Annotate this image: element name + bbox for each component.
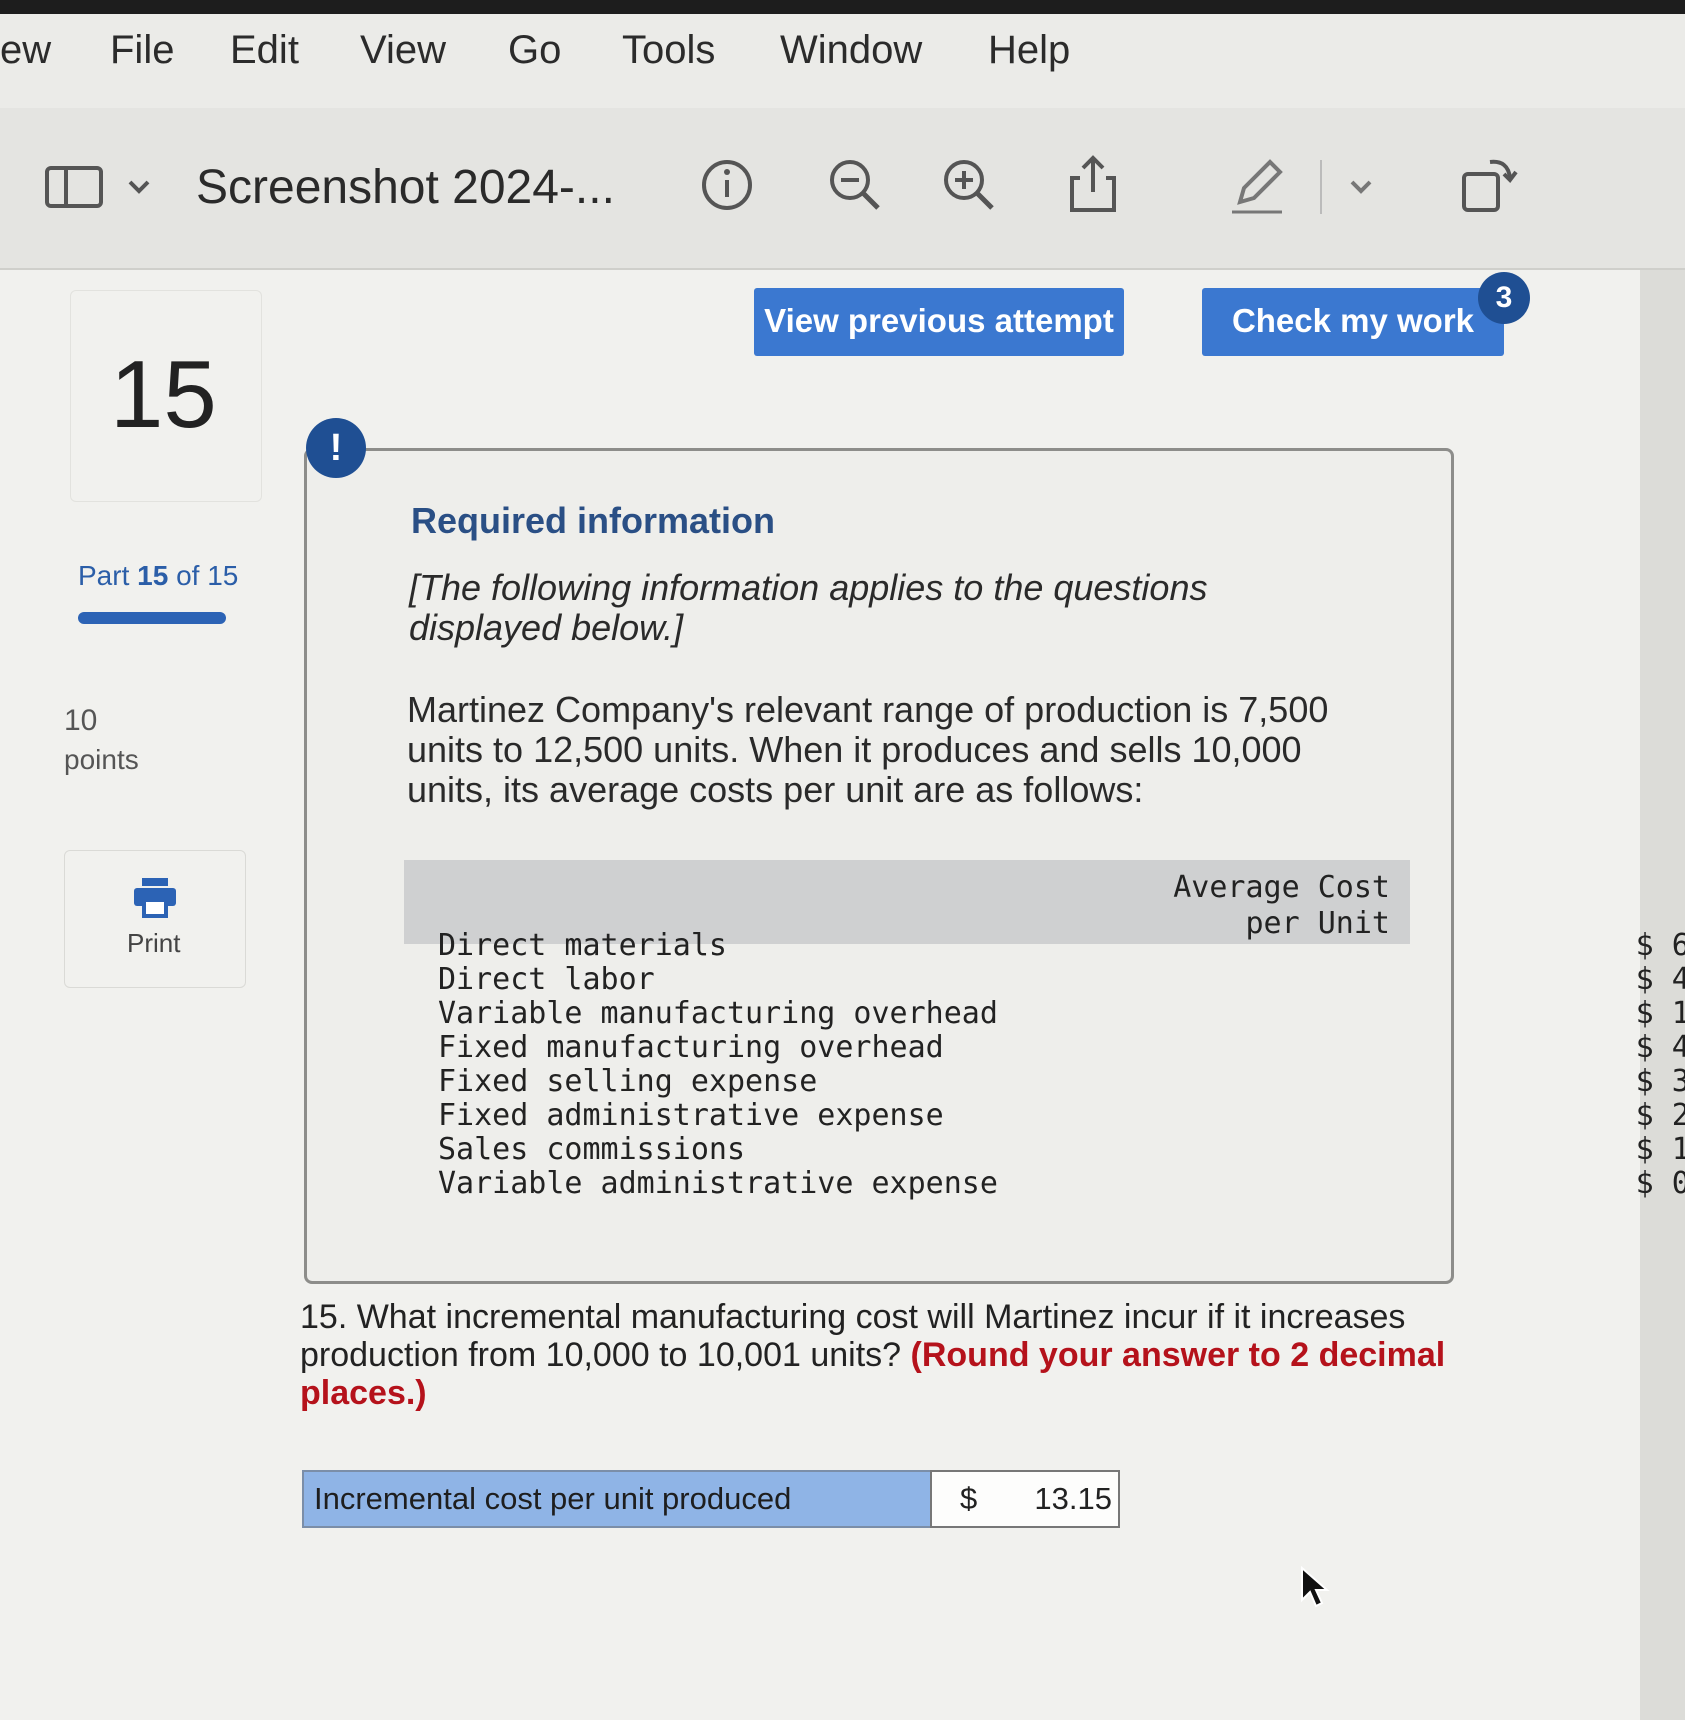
question-text: 15. What incremental manufacturing cost … [300,1298,1490,1412]
menu-view[interactable]: View [360,28,446,73]
view-previous-attempt-button[interactable]: View previous attempt [754,288,1124,356]
cost-value: $ 1.20 [1635,1132,1685,1167]
screen-bezel-edge [0,0,1685,14]
cost-label: Direct materials [438,928,727,963]
currency-symbol: $ [960,1481,978,1516]
required-information-title: Required information [411,500,776,541]
zoom-out-icon[interactable] [820,150,890,220]
cost-label: Fixed administrative expense [438,1098,944,1133]
check-attempts-badge: 3 [1478,272,1530,324]
part-progress-bar [78,612,226,624]
rotate-icon[interactable] [1452,150,1522,220]
menu-go[interactable]: Go [508,28,561,73]
menu-help[interactable]: Help [988,28,1070,73]
sidebar-icon[interactable] [44,150,106,220]
answer-value[interactable]: 13.15 [1034,1472,1112,1526]
alert-icon: ! [306,418,366,478]
printer-icon [134,878,176,918]
table-row: Variable manufacturing overhead $ 1.60 [404,996,1685,1031]
share-icon[interactable] [1058,150,1128,220]
part-prefix: Part [78,560,130,591]
menu-bar: ew File Edit View Go Tools Window Help [0,0,1685,110]
menu-view-app[interactable]: ew [0,28,51,73]
mouse-cursor-icon [1301,1566,1330,1608]
menu-edit[interactable]: Edit [230,28,299,73]
document-title: Screenshot 2024-... [196,161,615,214]
zoom-in-icon[interactable] [934,150,1004,220]
cost-value: $ 3.80 [1635,1064,1685,1099]
cost-value: $ 4.30 [1635,962,1685,997]
cost-value: $ 0.45 [1635,1166,1685,1201]
window-toolbar: Screenshot 2024-... [0,108,1685,270]
cost-label: Direct labor [438,962,655,997]
points-label: points [64,744,139,775]
cost-label: Fixed selling expense [438,1064,818,1099]
markup-pen-icon[interactable] [1222,150,1292,220]
table-row: Fixed manufacturing overhead $ 4.00 [404,1030,1685,1065]
cost-value: $ 4.00 [1635,1030,1685,1065]
cost-column-header-line1: Average Cost [1173,870,1390,905]
chevron-down-icon[interactable] [124,150,154,220]
check-my-work-button[interactable]: Check my work [1202,288,1504,356]
table-row: Variable administrative expense $ 0.45 [404,1166,1685,1201]
part-indicator[interactable]: Part 15 of 15 [78,560,238,592]
part-current: 15 [137,560,169,591]
problem-description: Martinez Company's relevant range of pro… [407,689,1329,810]
answer-input[interactable]: $ 13.15 [930,1470,1120,1528]
cost-label: Variable administrative expense [438,1166,998,1201]
cost-label: Fixed manufacturing overhead [438,1030,944,1065]
table-row: Fixed administrative expense $ 2.20 [404,1098,1685,1133]
points-value: 10 [64,704,98,737]
table-row: Direct labor $ 4.30 [404,962,1685,997]
cost-label: Sales commissions [438,1132,746,1167]
toolbar-divider [1320,160,1322,214]
table-row: Direct materials $ 6.80 [404,928,1685,963]
print-label: Print [127,928,181,958]
table-row: Sales commissions $ 1.20 [404,1132,1685,1167]
menu-window[interactable]: Window [780,28,922,73]
chevron-down-icon[interactable] [1346,150,1376,220]
cost-value: $ 6.80 [1635,928,1685,963]
print-button[interactable] [64,850,246,988]
menu-file[interactable]: File [110,28,174,73]
menu-tools[interactable]: Tools [622,28,715,73]
cost-value: $ 1.60 [1635,996,1685,1031]
question-number: 15 [110,341,217,448]
cost-label: Variable manufacturing overhead [438,996,998,1031]
required-information-note: [The following information applies to th… [409,567,1208,648]
cost-value: $ 2.20 [1635,1098,1685,1133]
info-icon[interactable] [692,150,762,220]
answer-label: Incremental cost per unit produced [302,1470,944,1528]
part-total: of 15 [176,560,239,591]
table-row: Fixed selling expense $ 3.80 [404,1064,1685,1099]
